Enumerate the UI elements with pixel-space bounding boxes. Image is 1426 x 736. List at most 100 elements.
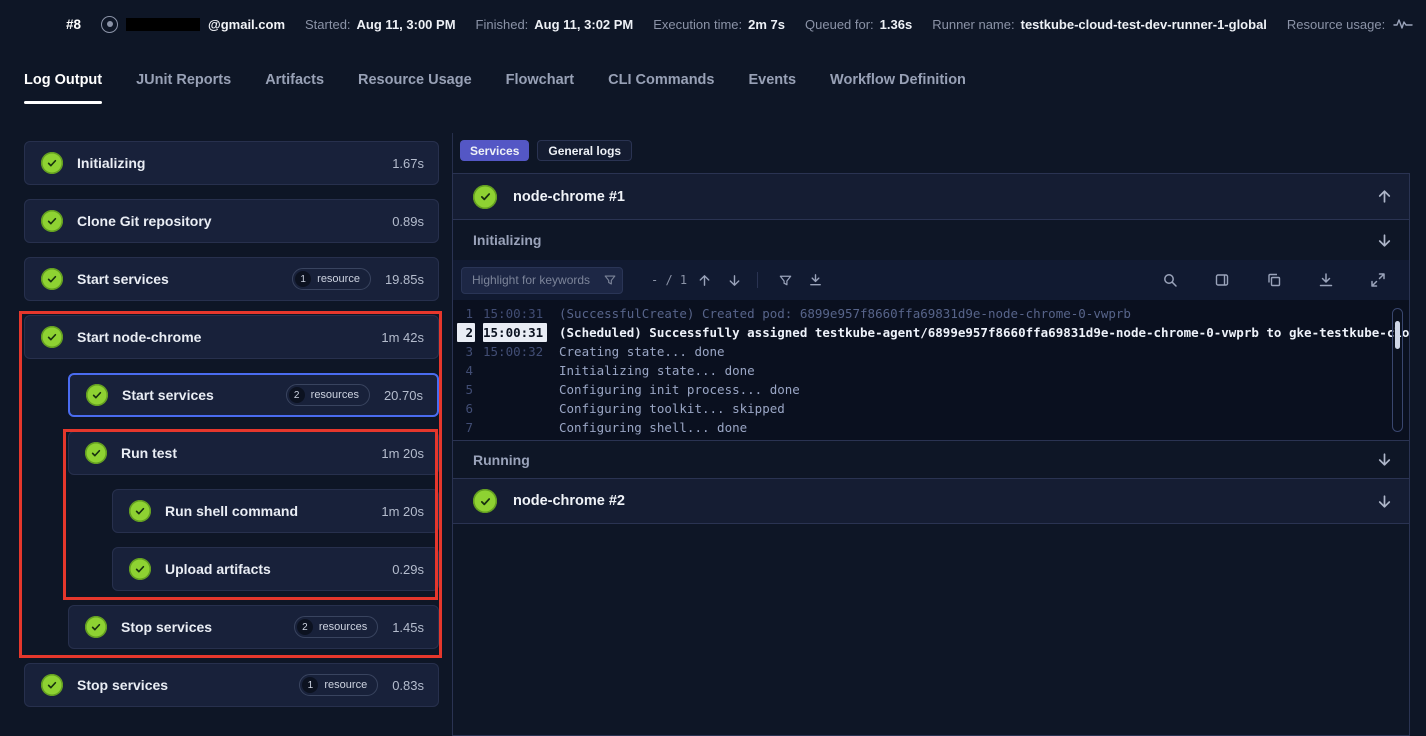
worker-title: node-chrome #2: [513, 493, 625, 509]
pill-general-logs[interactable]: General logs: [537, 140, 632, 161]
started-value: Aug 11, 3:00 PM: [357, 17, 456, 32]
highlight-keywords-input[interactable]: [461, 267, 623, 294]
step-duration: 1.67s: [392, 156, 424, 171]
tab-cli-commands[interactable]: CLI Commands: [608, 72, 714, 104]
step-clone-git-repository[interactable]: Clone Git repository 0.89s: [24, 199, 439, 243]
line-timestamp: [483, 380, 547, 399]
step-duration: 1m 42s: [381, 330, 424, 345]
queued-label: Queued for:: [805, 17, 874, 32]
filter-funnel-icon[interactable]: [603, 273, 617, 292]
check-success-icon: [473, 185, 497, 209]
next-match-arrow-down-icon[interactable]: [721, 267, 747, 293]
runner-name-value: testkube-cloud-test-dev-runner-1-global: [1021, 17, 1267, 32]
badge-label: resource: [324, 679, 367, 691]
follow-logs-icon[interactable]: [1209, 267, 1235, 293]
tab-label: Log Output: [24, 72, 102, 88]
execution-time-field: Execution time: 2m 7s: [653, 17, 785, 32]
section-initializing[interactable]: Initializing: [453, 220, 1409, 260]
collapse-arrow-up-icon: [1376, 188, 1393, 205]
check-success-icon: [41, 152, 63, 174]
line-timestamp: [483, 361, 547, 380]
step-start-node-chrome[interactable]: Start node-chrome 1m 42s: [24, 315, 439, 359]
check-success-icon: [85, 616, 107, 638]
step-stop-services-nested[interactable]: Stop services 2 resources 1.45s: [68, 605, 439, 649]
section-title: Initializing: [473, 232, 541, 248]
log-line: 7 Configuring shell... done: [457, 418, 1409, 437]
log-line: 3 15:00:32 Creating state... done: [457, 342, 1409, 361]
filter-icon[interactable]: [772, 267, 798, 293]
check-success-icon: [41, 326, 63, 348]
log-scrollbar[interactable]: [1392, 308, 1403, 432]
line-number: 1: [457, 304, 475, 323]
runner-name-label: Runner name:: [932, 17, 1014, 32]
tab-resource-usage[interactable]: Resource Usage: [358, 72, 472, 104]
copy-icon[interactable]: [1261, 267, 1287, 293]
line-timestamp: [483, 399, 547, 418]
tab-label: Events: [748, 72, 796, 88]
check-success-icon: [473, 489, 497, 513]
step-label: Start node-chrome: [77, 329, 201, 345]
step-start-services-outer[interactable]: Start services 1 resource 19.85s: [24, 257, 439, 301]
line-timestamp: 15:00:32: [483, 342, 547, 361]
line-timestamp: 15:00:31: [483, 323, 547, 342]
expand-arrow-down-icon: [1376, 493, 1393, 510]
step-label: Upload artifacts: [165, 561, 271, 577]
line-message: Configuring init process... done: [559, 380, 800, 399]
tab-events[interactable]: Events: [748, 72, 796, 104]
tab-junit-reports[interactable]: JUnit Reports: [136, 72, 231, 104]
line-message: Configuring shell... done: [559, 418, 747, 437]
step-run-shell-command[interactable]: Run shell command 1m 20s: [112, 489, 439, 533]
step-run-test[interactable]: Run test 1m 20s: [68, 431, 439, 475]
step-duration: 20.70s: [384, 388, 423, 403]
download-icon[interactable]: [1313, 267, 1339, 293]
step-stop-services-outer[interactable]: Stop services 1 resource 0.83s: [24, 663, 439, 707]
redacted-email-bar: [126, 18, 200, 31]
step-duration: 0.89s: [392, 214, 424, 229]
resource-count-badge: 1 resource: [299, 674, 378, 696]
tab-flowchart[interactable]: Flowchart: [506, 72, 574, 104]
line-number: 3: [457, 342, 475, 361]
tab-artifacts[interactable]: Artifacts: [265, 72, 324, 104]
execution-time-label: Execution time:: [653, 17, 742, 32]
step-label: Stop services: [121, 619, 212, 635]
tab-workflow-definition[interactable]: Workflow Definition: [830, 72, 966, 104]
resource-usage-label: Resource usage:: [1287, 17, 1385, 32]
finished-field: Finished: Aug 11, 3:02 PM: [476, 17, 634, 32]
log-line: 4 Initializing state... done: [457, 361, 1409, 380]
badge-label: resources: [311, 389, 359, 401]
scroll-to-bottom-icon[interactable]: [802, 267, 828, 293]
queued-field: Queued for: 1.36s: [805, 17, 912, 32]
pill-services[interactable]: Services: [460, 140, 529, 161]
step-start-services-nested[interactable]: Start services 2 resources 20.70s: [68, 373, 439, 417]
pill-label: General logs: [548, 144, 621, 158]
resource-usage-field: Resource usage:: [1287, 17, 1413, 32]
tab-label: Resource Usage: [358, 72, 472, 88]
check-success-icon: [41, 210, 63, 232]
line-number: 2: [457, 323, 475, 342]
resource-count-badge: 2 resources: [294, 616, 378, 638]
resource-count-badge: 1 resource: [292, 268, 371, 290]
check-success-icon: [41, 268, 63, 290]
worker-header-node-chrome-1[interactable]: node-chrome #1: [453, 174, 1409, 220]
worker-header-node-chrome-2[interactable]: node-chrome #2: [453, 478, 1409, 524]
step-upload-artifacts[interactable]: Upload artifacts 0.29s: [112, 547, 439, 591]
expand-arrow-down-icon: [1376, 451, 1393, 468]
step-label: Initializing: [77, 155, 145, 171]
worker-title: node-chrome #1: [513, 189, 625, 205]
log-scrollbar-thumb[interactable]: [1395, 321, 1400, 349]
step-initializing[interactable]: Initializing 1.67s: [24, 141, 439, 185]
fullscreen-icon[interactable]: [1365, 267, 1391, 293]
prev-match-arrow-up-icon[interactable]: [691, 267, 717, 293]
step-duration: 1.45s: [392, 620, 424, 635]
badge-count: 2: [297, 619, 313, 635]
check-success-icon: [129, 558, 151, 580]
badge-count: 1: [295, 271, 311, 287]
started-label: Started:: [305, 17, 351, 32]
search-icon[interactable]: [1157, 267, 1183, 293]
section-running[interactable]: Running: [453, 440, 1409, 478]
execution-time-value: 2m 7s: [748, 17, 785, 32]
finished-value: Aug 11, 3:02 PM: [534, 17, 633, 32]
tab-log-output[interactable]: Log Output: [24, 72, 102, 104]
step-label: Run test: [121, 445, 177, 461]
toolbar-separator: [757, 272, 758, 288]
